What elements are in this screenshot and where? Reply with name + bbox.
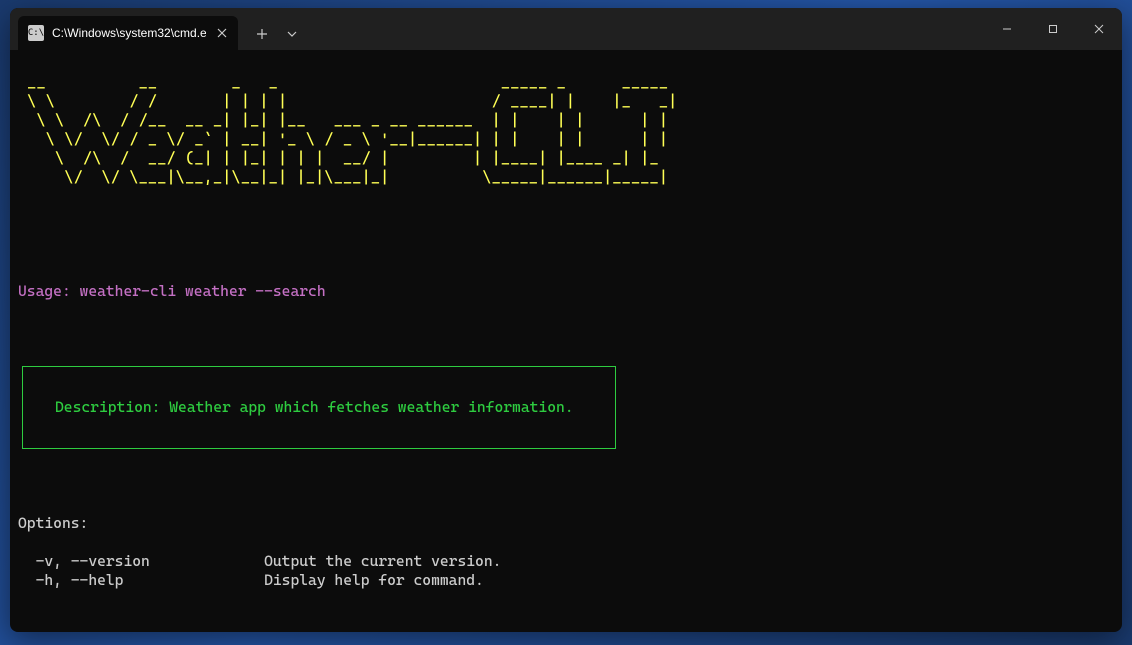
option-row: -h, --help Display help for command. xyxy=(18,571,1114,590)
tab-title: C:\Windows\system32\cmd.ex xyxy=(52,26,206,40)
minimize-button[interactable] xyxy=(984,8,1030,50)
terminal-window: C:\ C:\Windows\system32\cmd.ex xyxy=(10,8,1122,632)
tabs-area: C:\ C:\Windows\system32\cmd.ex xyxy=(10,8,984,50)
usage-line: Usage: weather-cli weather --search xyxy=(18,282,1114,301)
tab-active[interactable]: C:\ C:\Windows\system32\cmd.ex xyxy=(18,16,238,50)
tab-dropdown-button[interactable] xyxy=(278,18,306,50)
terminal-output[interactable]: __ __ _ _ _____ _ _____ \ \ / / | | | | … xyxy=(10,50,1122,632)
options-header: Options: xyxy=(18,514,1114,533)
close-button[interactable] xyxy=(1076,8,1122,50)
titlebar[interactable]: C:\ C:\Windows\system32\cmd.ex xyxy=(10,8,1122,50)
window-controls xyxy=(984,8,1122,50)
option-row: -v, --version Output the current version… xyxy=(18,552,1114,571)
description-box: Description: Weather app which fetches w… xyxy=(22,366,616,449)
new-tab-button[interactable] xyxy=(246,18,278,50)
description-text: Description: Weather app which fetches w… xyxy=(23,398,615,417)
tab-close-button[interactable] xyxy=(214,25,230,41)
cmd-icon: C:\ xyxy=(28,25,44,41)
ascii-banner: __ __ _ _ _____ _ _____ \ \ / / | | | | … xyxy=(18,73,1114,187)
maximize-button[interactable] xyxy=(1030,8,1076,50)
